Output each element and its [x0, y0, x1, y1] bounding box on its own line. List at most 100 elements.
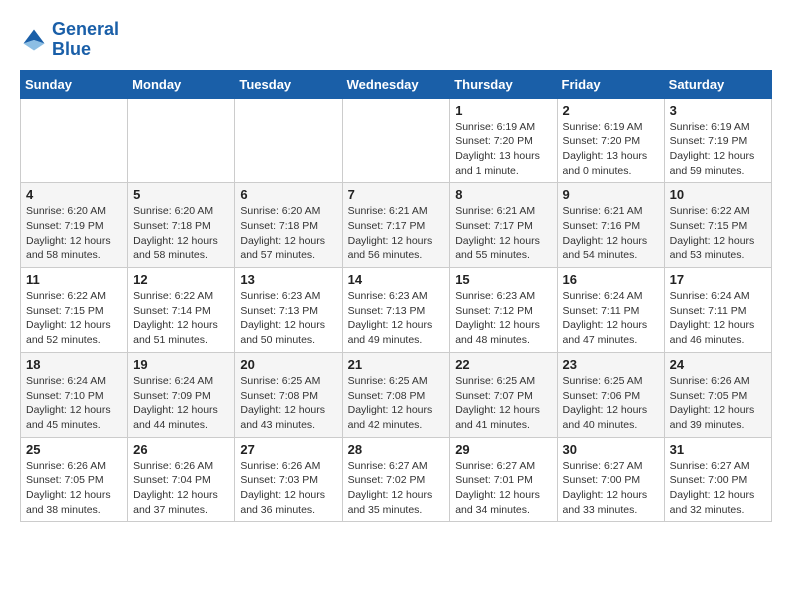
day-number: 15 — [455, 272, 551, 287]
day-number: 26 — [133, 442, 229, 457]
day-number: 24 — [670, 357, 766, 372]
calendar-table: SundayMondayTuesdayWednesdayThursdayFrid… — [20, 70, 772, 523]
logo: General Blue — [20, 20, 119, 60]
day-info: Sunrise: 6:25 AMSunset: 7:08 PMDaylight:… — [348, 374, 445, 433]
day-info: Sunrise: 6:21 AMSunset: 7:17 PMDaylight:… — [455, 204, 551, 263]
weekday-header-saturday: Saturday — [664, 70, 771, 98]
day-number: 19 — [133, 357, 229, 372]
day-info: Sunrise: 6:25 AMSunset: 7:06 PMDaylight:… — [563, 374, 659, 433]
calendar-cell: 27 Sunrise: 6:26 AMSunset: 7:03 PMDayligh… — [235, 437, 342, 522]
day-info: Sunrise: 6:20 AMSunset: 7:18 PMDaylight:… — [240, 204, 336, 263]
day-info: Sunrise: 6:27 AMSunset: 7:00 PMDaylight:… — [563, 459, 659, 518]
day-number: 16 — [563, 272, 659, 287]
calendar-cell: 28 Sunrise: 6:27 AMSunset: 7:02 PMDayligh… — [342, 437, 450, 522]
calendar-cell: 13 Sunrise: 6:23 AMSunset: 7:13 PMDayligh… — [235, 268, 342, 353]
day-number: 2 — [563, 103, 659, 118]
day-info: Sunrise: 6:19 AMSunset: 7:19 PMDaylight:… — [670, 120, 766, 179]
day-number: 4 — [26, 187, 122, 202]
weekday-header-thursday: Thursday — [450, 70, 557, 98]
calendar-cell: 14 Sunrise: 6:23 AMSunset: 7:13 PMDayligh… — [342, 268, 450, 353]
calendar-cell: 6 Sunrise: 6:20 AMSunset: 7:18 PMDaylight… — [235, 183, 342, 268]
day-number: 14 — [348, 272, 445, 287]
day-info: Sunrise: 6:23 AMSunset: 7:13 PMDaylight:… — [348, 289, 445, 348]
day-number: 10 — [670, 187, 766, 202]
day-info: Sunrise: 6:26 AMSunset: 7:03 PMDaylight:… — [240, 459, 336, 518]
calendar-cell: 24 Sunrise: 6:26 AMSunset: 7:05 PMDayligh… — [664, 352, 771, 437]
day-info: Sunrise: 6:20 AMSunset: 7:19 PMDaylight:… — [26, 204, 122, 263]
day-number: 31 — [670, 442, 766, 457]
calendar-cell: 23 Sunrise: 6:25 AMSunset: 7:06 PMDayligh… — [557, 352, 664, 437]
day-number: 27 — [240, 442, 336, 457]
calendar-cell: 7 Sunrise: 6:21 AMSunset: 7:17 PMDaylight… — [342, 183, 450, 268]
day-info: Sunrise: 6:24 AMSunset: 7:10 PMDaylight:… — [26, 374, 122, 433]
day-number: 6 — [240, 187, 336, 202]
calendar-cell: 12Sunrise: 6:22 AMSunset: 7:14 PMDayligh… — [128, 268, 235, 353]
day-info: Sunrise: 6:26 AMSunset: 7:04 PMDaylight:… — [133, 459, 229, 518]
calendar-cell: 19 Sunrise: 6:24 AMSunset: 7:09 PMDayligh… — [128, 352, 235, 437]
day-info: Sunrise: 6:24 AMSunset: 7:09 PMDaylight:… — [133, 374, 229, 433]
day-number: 3 — [670, 103, 766, 118]
weekday-header-monday: Monday — [128, 70, 235, 98]
calendar-cell: 8 Sunrise: 6:21 AMSunset: 7:17 PMDaylight… — [450, 183, 557, 268]
day-info: Sunrise: 6:21 AMSunset: 7:16 PMDaylight:… — [563, 204, 659, 263]
day-number: 29 — [455, 442, 551, 457]
calendar-cell: 3 Sunrise: 6:19 AMSunset: 7:19 PMDaylight… — [664, 98, 771, 183]
weekday-header-tuesday: Tuesday — [235, 70, 342, 98]
day-info: Sunrise: 6:21 AMSunset: 7:17 PMDaylight:… — [348, 204, 445, 263]
day-info: Sunrise: 6:26 AMSunset: 7:05 PMDaylight:… — [670, 374, 766, 433]
calendar-cell: 22 Sunrise: 6:25 AMSunset: 7:07 PMDayligh… — [450, 352, 557, 437]
day-number: 20 — [240, 357, 336, 372]
calendar-cell: 17 Sunrise: 6:24 AMSunset: 7:11 PMDayligh… — [664, 268, 771, 353]
day-number: 13 — [240, 272, 336, 287]
day-number: 18 — [26, 357, 122, 372]
day-number: 11 — [26, 272, 122, 287]
calendar-cell — [235, 98, 342, 183]
day-number: 22 — [455, 357, 551, 372]
day-info: Sunrise: 6:27 AMSunset: 7:00 PMDaylight:… — [670, 459, 766, 518]
calendar-cell: 10 Sunrise: 6:22 AMSunset: 7:15 PMDayligh… — [664, 183, 771, 268]
day-info: Sunrise: 6:20 AMSunset: 7:18 PMDaylight:… — [133, 204, 229, 263]
day-info: Sunrise: 6:25 AMSunset: 7:07 PMDaylight:… — [455, 374, 551, 433]
calendar-cell: 30 Sunrise: 6:27 AMSunset: 7:00 PMDayligh… — [557, 437, 664, 522]
day-number: 21 — [348, 357, 445, 372]
calendar-cell: 4 Sunrise: 6:20 AMSunset: 7:19 PMDaylight… — [21, 183, 128, 268]
calendar-cell: 18 Sunrise: 6:24 AMSunset: 7:10 PMDayligh… — [21, 352, 128, 437]
day-number: 7 — [348, 187, 445, 202]
calendar-cell: 21 Sunrise: 6:25 AMSunset: 7:08 PMDayligh… — [342, 352, 450, 437]
calendar-cell: 16 Sunrise: 6:24 AMSunset: 7:11 PMDayligh… — [557, 268, 664, 353]
calendar-cell: 31 Sunrise: 6:27 AMSunset: 7:00 PMDayligh… — [664, 437, 771, 522]
day-info: Sunrise: 6:23 AMSunset: 7:13 PMDaylight:… — [240, 289, 336, 348]
day-number: 25 — [26, 442, 122, 457]
calendar-cell — [128, 98, 235, 183]
page-header: General Blue — [20, 20, 772, 60]
calendar-cell: 9 Sunrise: 6:21 AMSunset: 7:16 PMDaylight… — [557, 183, 664, 268]
calendar-cell: 11 Sunrise: 6:22 AMSunset: 7:15 PMDayligh… — [21, 268, 128, 353]
day-info: Sunrise: 6:25 AMSunset: 7:08 PMDaylight:… — [240, 374, 336, 433]
calendar-cell: 29 Sunrise: 6:27 AMSunset: 7:01 PMDayligh… — [450, 437, 557, 522]
day-number: 5 — [133, 187, 229, 202]
day-info: Sunrise: 6:24 AMSunset: 7:11 PMDaylight:… — [563, 289, 659, 348]
calendar-cell: 15 Sunrise: 6:23 AMSunset: 7:12 PMDayligh… — [450, 268, 557, 353]
calendar-cell — [21, 98, 128, 183]
weekday-header-sunday: Sunday — [21, 70, 128, 98]
day-info: Sunrise: 6:26 AMSunset: 7:05 PMDaylight:… — [26, 459, 122, 518]
day-number: 23 — [563, 357, 659, 372]
calendar-cell: 5 Sunrise: 6:20 AMSunset: 7:18 PMDaylight… — [128, 183, 235, 268]
day-info: Sunrise: 6:27 AMSunset: 7:01 PMDaylight:… — [455, 459, 551, 518]
logo-text: General Blue — [52, 20, 119, 60]
day-info: Sunrise: 6:23 AMSunset: 7:12 PMDaylight:… — [455, 289, 551, 348]
day-info: Sunrise: 6:24 AMSunset: 7:11 PMDaylight:… — [670, 289, 766, 348]
day-number: 9 — [563, 187, 659, 202]
day-number: 8 — [455, 187, 551, 202]
day-number: 17 — [670, 272, 766, 287]
day-info: Sunrise: 6:19 AMSunset: 7:20 PMDaylight:… — [455, 120, 551, 179]
day-info: Sunrise: 6:22 AMSunset: 7:15 PMDaylight:… — [26, 289, 122, 348]
calendar-cell: 20 Sunrise: 6:25 AMSunset: 7:08 PMDayligh… — [235, 352, 342, 437]
day-number: 28 — [348, 442, 445, 457]
logo-icon — [20, 26, 48, 54]
weekday-header-wednesday: Wednesday — [342, 70, 450, 98]
day-info: Sunrise: 6:27 AMSunset: 7:02 PMDaylight:… — [348, 459, 445, 518]
day-number: 1 — [455, 103, 551, 118]
day-number: 30 — [563, 442, 659, 457]
day-info: Sunrise: 6:22 AMSunset: 7:15 PMDaylight:… — [670, 204, 766, 263]
